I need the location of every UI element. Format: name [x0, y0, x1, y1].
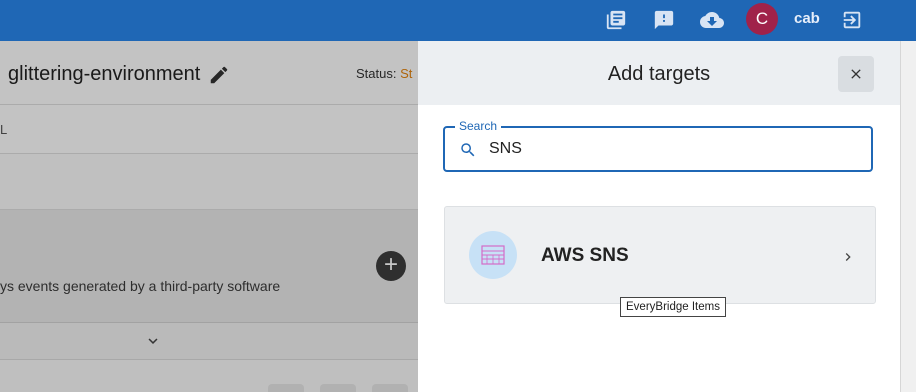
- result-title: AWS SNS: [541, 245, 629, 266]
- add-targets-drawer: Add targets Search AWS SNS: [418, 41, 900, 392]
- search-field[interactable]: Search: [443, 119, 873, 172]
- modal-scrim[interactable]: [0, 41, 418, 392]
- aws-sns-icon: [469, 231, 517, 279]
- close-button[interactable]: [838, 56, 874, 92]
- chevron-right-icon: [840, 249, 856, 270]
- result-item-aws-sns[interactable]: AWS SNS: [444, 206, 876, 304]
- search-icon: [459, 141, 477, 164]
- close-icon: [851, 69, 861, 79]
- tooltip: EveryBridge Items: [620, 297, 726, 317]
- search-input[interactable]: [489, 137, 859, 161]
- search-label: Search: [455, 119, 502, 133]
- library-books-icon[interactable]: [602, 6, 630, 34]
- top-app-bar: C cab: [0, 0, 916, 41]
- logout-icon[interactable]: [838, 6, 866, 34]
- username-label[interactable]: cab: [794, 10, 820, 27]
- drawer-title: Add targets: [607, 63, 711, 85]
- cloud-download-icon[interactable]: [698, 6, 726, 34]
- drawer-header: Add targets: [418, 41, 900, 105]
- avatar[interactable]: C: [746, 3, 778, 35]
- scrollbar-track[interactable]: [900, 41, 916, 392]
- feedback-icon[interactable]: [650, 6, 678, 34]
